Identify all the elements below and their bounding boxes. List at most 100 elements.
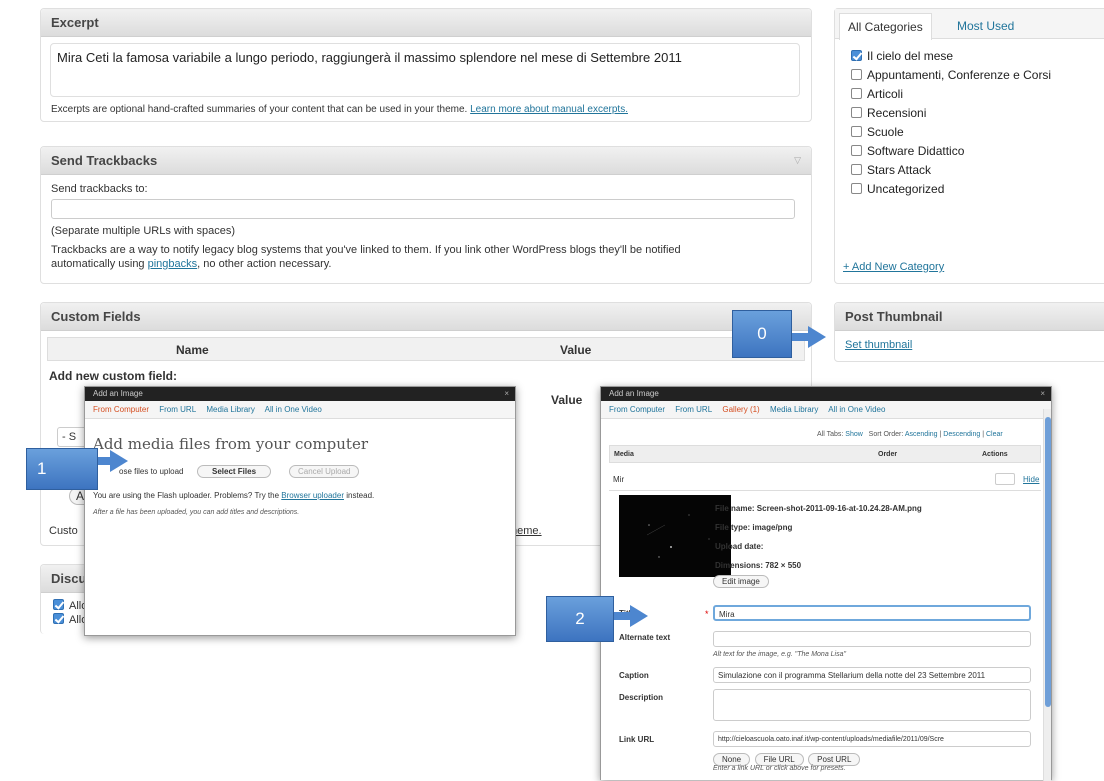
set-thumbnail-link[interactable]: Set thumbnail xyxy=(845,339,912,351)
allow-pings-option[interactable]: Allo xyxy=(53,613,87,626)
dimensions: Dimensions: 782 × 550 xyxy=(715,561,802,570)
hide-link[interactable]: Hide xyxy=(1023,475,1039,484)
post-thumbnail-title: Post Thumbnail xyxy=(835,303,1104,331)
gallery-header: Media Order Actions xyxy=(609,445,1041,463)
tab-media-library[interactable]: Media Library xyxy=(770,405,818,414)
file-type: File type: image/png xyxy=(715,523,793,532)
link-url-input[interactable]: http://cieloascuola.oato.inaf.it/wp-cont… xyxy=(713,731,1031,747)
clear-link[interactable]: Clear xyxy=(986,431,1003,438)
col-name: Name xyxy=(176,343,209,357)
dialog-titlebar: Add an Image × xyxy=(601,387,1051,401)
dialog-scrollbar[interactable] xyxy=(1043,409,1051,781)
callout-0-arrow-shaft xyxy=(790,333,810,341)
select-files-button[interactable]: Select Files xyxy=(197,465,272,478)
trackbacks-input[interactable] xyxy=(51,199,795,219)
checkbox-icon[interactable] xyxy=(851,183,862,194)
checkbox-icon[interactable] xyxy=(851,164,862,175)
order-input[interactable] xyxy=(995,473,1015,485)
trackbacks-separate-note: (Separate multiple URLs with spaces) xyxy=(51,225,236,237)
dialog-tabs: From Computer From URL Media Library All… xyxy=(85,401,515,419)
choose-files-label: ose files to upload xyxy=(119,467,184,476)
cancel-upload-button[interactable]: Cancel Upload xyxy=(289,465,360,478)
col-order: Order xyxy=(878,451,898,458)
edit-image-button[interactable]: Edit image xyxy=(713,575,769,588)
tab-media-library[interactable]: Media Library xyxy=(206,405,254,414)
link-url-help: Enter a link URL or click above for pres… xyxy=(713,765,846,772)
excerpt-title: Excerpt xyxy=(41,9,811,37)
category-item[interactable]: Software Didattico xyxy=(851,144,1051,158)
alt-text-label: Alternate text xyxy=(619,633,671,642)
col-value: Value xyxy=(560,343,592,357)
checkbox-icon[interactable] xyxy=(851,88,862,99)
tab-from-computer[interactable]: From Computer xyxy=(609,405,665,414)
checkbox-icon[interactable] xyxy=(851,126,862,137)
category-item[interactable]: Uncategorized xyxy=(851,182,1051,196)
category-item[interactable]: Scuole xyxy=(851,125,1051,139)
alt-text-help: Alt text for the image, e.g. "The Mona L… xyxy=(713,651,846,658)
checkbox-icon[interactable] xyxy=(851,145,862,156)
excerpt-box: Excerpt Mira Ceti la famosa variabile a … xyxy=(40,8,812,122)
category-item[interactable]: Il cielo del mese xyxy=(851,49,1051,63)
caption-input[interactable]: Simulazione con il programma Stellarium … xyxy=(713,667,1031,683)
checkbox-icon[interactable] xyxy=(851,69,862,80)
trackbacks-help: Trackbacks are a way to notify legacy bl… xyxy=(51,244,681,270)
excerpt-help: Excerpts are optional hand-crafted summa… xyxy=(51,104,628,115)
custom-fields-footer: Custo xyxy=(49,525,78,537)
col-media: Media xyxy=(614,451,634,458)
checkbox-icon[interactable] xyxy=(851,50,862,61)
checkbox-icon[interactable] xyxy=(851,107,862,118)
file-details: File name: Screen-shot-2011-09-16-at-10.… xyxy=(715,499,922,575)
trackbacks-collapse-icon[interactable]: ▽ xyxy=(794,155,801,166)
categories-tabs: All Categories Most Used xyxy=(835,9,1104,40)
close-icon[interactable]: × xyxy=(504,387,509,401)
alt-text-input[interactable] xyxy=(713,631,1031,647)
custom-fields-title: Custom Fields xyxy=(41,303,811,331)
tab-from-url[interactable]: From URL xyxy=(675,405,712,414)
add-new-custom-field-label: Add new custom field: xyxy=(49,369,178,383)
category-item[interactable]: Stars Attack xyxy=(851,163,1051,177)
excerpt-learn-more-link[interactable]: Learn more about manual excerpts. xyxy=(470,104,628,115)
description-input[interactable] xyxy=(713,689,1031,721)
link-url-label: Link URL xyxy=(619,735,655,744)
category-item[interactable]: Appuntamenti, Conferenze e Corsi xyxy=(851,68,1051,82)
scrollbar-thumb[interactable] xyxy=(1045,417,1051,707)
gallery-item-row: Mir Hide xyxy=(609,469,1041,491)
custom-fields-table-header: Name Value xyxy=(47,337,805,361)
browser-uploader-link[interactable]: Browser uploader xyxy=(281,491,344,500)
tab-from-url[interactable]: From URL xyxy=(159,405,196,414)
trackbacks-label: Send trackbacks to: xyxy=(51,183,148,195)
excerpt-textarea[interactable]: Mira Ceti la famosa variabile a lungo pe… xyxy=(50,43,800,97)
col-actions: Actions xyxy=(982,451,1008,458)
after-upload-note: After a file has been uploaded, you can … xyxy=(93,509,300,516)
tab-most-used[interactable]: Most Used xyxy=(957,19,1014,33)
pingbacks-link[interactable]: pingbacks xyxy=(148,258,198,270)
custom-fields-value-header: Value xyxy=(551,393,583,407)
close-icon[interactable]: × xyxy=(1040,387,1045,401)
dialog-titlebar: Add an Image × xyxy=(85,387,515,401)
tab-all-in-one-video[interactable]: All in One Video xyxy=(828,405,885,414)
tab-from-computer[interactable]: From Computer xyxy=(93,405,149,414)
show-link[interactable]: Show xyxy=(845,431,863,438)
upload-date: Upload date: xyxy=(715,542,764,551)
callout-1: 1 xyxy=(26,448,98,490)
category-item[interactable]: Recensioni xyxy=(851,106,1051,120)
callout-2: 2 xyxy=(546,596,614,642)
descending-link[interactable]: Descending xyxy=(943,431,980,438)
tab-gallery[interactable]: Gallery (1) xyxy=(722,405,759,414)
callout-2-arrow-icon xyxy=(630,605,648,627)
tab-all-in-one-video[interactable]: All in One Video xyxy=(265,405,322,414)
checkbox-icon[interactable] xyxy=(53,599,64,610)
category-list: Il cielo del mese Appuntamenti, Conferen… xyxy=(851,49,1051,201)
allow-comments-option[interactable]: Allo xyxy=(53,599,87,612)
add-image-dialog-gallery: Add an Image × From Computer From URL Gal… xyxy=(600,386,1052,781)
ascending-link[interactable]: Ascending xyxy=(905,431,938,438)
checkbox-icon[interactable] xyxy=(53,613,64,624)
callout-0-arrow-icon xyxy=(808,326,826,348)
add-new-category-link[interactable]: + Add New Category xyxy=(843,261,944,273)
tab-all-categories[interactable]: All Categories xyxy=(839,13,932,40)
trackbacks-title: Send Trackbacks xyxy=(41,147,811,175)
category-item[interactable]: Articoli xyxy=(851,87,1051,101)
title-input[interactable]: Mira xyxy=(713,605,1031,621)
callout-1-arrow-icon xyxy=(110,450,128,472)
caption-label: Caption xyxy=(619,671,649,680)
